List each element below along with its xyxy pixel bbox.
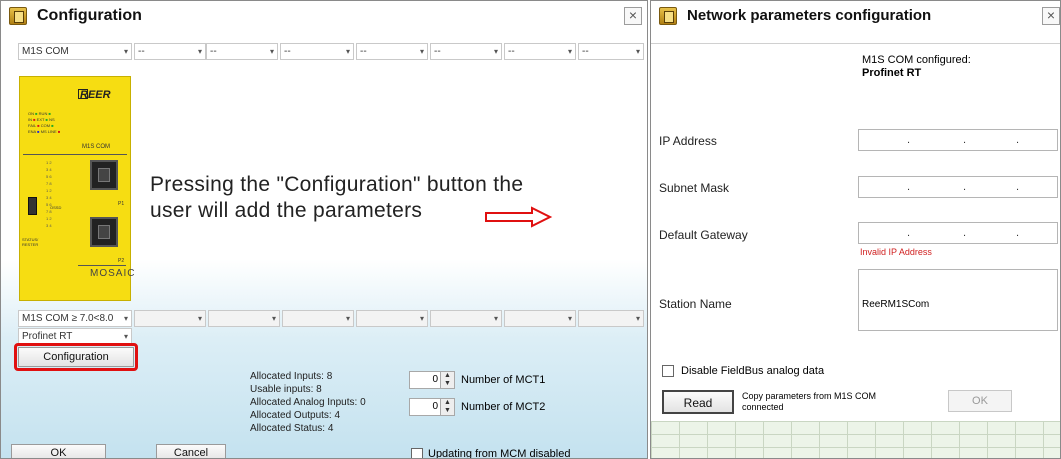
default-gateway-field[interactable]: ... (858, 222, 1058, 244)
chevron-down-icon: ▾ (567, 47, 572, 56)
version-select-8[interactable]: ▾ (578, 310, 644, 327)
mosaic-logo: MOSAIC (90, 268, 136, 279)
app-icon (659, 7, 677, 25)
chevron-down-icon: ▾ (345, 314, 350, 323)
module-select-3[interactable]: -- ▾ (206, 43, 278, 60)
allocated-analog-inputs: Allocated Analog Inputs: 0 (250, 397, 366, 408)
chevron-down-icon: ▾ (271, 314, 276, 323)
port-p1-label: P1 (118, 201, 125, 207)
mct1-stepper[interactable]: 0 ▲ ▼ (409, 371, 455, 389)
chevron-down-icon: ▾ (419, 314, 424, 323)
instruction-text: Pressing the "Configuration" button the … (150, 173, 524, 222)
station-name-value: ReeRM1SCom (862, 299, 930, 310)
copy-parameters-text: Copy parameters from M1S COM connected (742, 391, 877, 412)
default-gateway-label: Default Gateway (659, 228, 748, 242)
chevron-down-icon: ▾ (123, 332, 128, 341)
arrow-right-icon (485, 206, 553, 228)
title-bar: Configuration × (1, 1, 647, 31)
cancel-button[interactable]: Cancel (156, 444, 226, 458)
background-grid (651, 421, 1060, 458)
mct1-label: Number of MCT1 (461, 374, 546, 386)
version-select-5[interactable]: ▾ (356, 310, 428, 327)
ossd-label: OSSD (50, 205, 62, 210)
chevron-down-icon: ▾ (123, 314, 128, 323)
stepper-arrows-icon[interactable]: ▲ ▼ (440, 399, 454, 415)
stepper-arrows-icon[interactable]: ▲ ▼ (440, 372, 454, 388)
port-p2-label: P2 (118, 258, 125, 264)
subnet-mask-label: Subnet Mask (659, 181, 730, 195)
allocated-status: Allocated Status: 4 (250, 423, 334, 434)
led-panel: ON ■ RUN ■ IN ■ EXT ■ NS FAIL ■ COM ■ EN… (28, 111, 61, 134)
close-icon[interactable]: × (1042, 7, 1060, 25)
module-select-6[interactable]: -- ▾ (430, 43, 502, 60)
configuration-window: Configuration × M1S COM ▾ -- ▾ -- ▾ -- ▾ -- ▾… (0, 0, 648, 459)
module-select-8[interactable]: -- ▾ (578, 43, 644, 60)
window-title: Network parameters configuration (687, 7, 932, 24)
ip-address-label: IP Address (659, 134, 717, 148)
status-label: STATUS/ RESTER (22, 237, 39, 247)
version-select[interactable]: M1S COM ≥ 7.0<8.0 ▾ (18, 310, 132, 327)
configured-caption: M1S COM configured: (862, 54, 971, 66)
highlight-box (14, 343, 138, 371)
updating-label: Updating from MCM disabled (428, 448, 571, 459)
version-select-3[interactable]: ▾ (208, 310, 280, 327)
version-select-4[interactable]: ▾ (282, 310, 354, 327)
configured-protocol: Profinet RT (862, 67, 922, 79)
updating-checkbox[interactable] (411, 448, 423, 458)
version-select-2[interactable]: ▾ (134, 310, 206, 327)
module-select-5[interactable]: -- ▾ (356, 43, 428, 60)
module-select-1[interactable]: M1S COM ▾ (18, 43, 132, 60)
chevron-down-icon: ▾ (197, 47, 202, 56)
module-model-label: M1S COM (82, 144, 111, 150)
usable-inputs: Usable inputs: 8 (250, 384, 322, 395)
network-parameters-window: Network parameters configuration × M1S C… (650, 0, 1061, 459)
chevron-down-icon: ▾ (123, 47, 128, 56)
close-icon[interactable]: × (624, 7, 642, 25)
chevron-down-icon: ▾ (635, 314, 640, 323)
divider (78, 265, 126, 266)
disable-fieldbus-label: Disable FieldBus analog data (681, 365, 825, 377)
chevron-down-icon: ▾ (269, 47, 274, 56)
allocated-outputs: Allocated Outputs: 4 (250, 410, 341, 421)
chevron-down-icon: ▾ (567, 314, 572, 323)
chevron-down-icon: ▾ (419, 47, 424, 56)
invalid-ip-error: Invalid IP Address (860, 247, 932, 257)
module-select-2[interactable]: -- ▾ (134, 43, 206, 60)
ethernet-port-icon (90, 160, 118, 190)
chevron-down-icon: ▾ (345, 47, 350, 56)
chevron-down-icon: ▾ (493, 47, 498, 56)
station-name-label: Station Name (659, 297, 732, 311)
mct1-value: 0 (432, 374, 438, 385)
mct2-value: 0 (432, 401, 438, 412)
usb-port-icon (28, 197, 37, 215)
version-select-7[interactable]: ▾ (504, 310, 576, 327)
chevron-down-icon: ▾ (635, 47, 640, 56)
mct2-label: Number of MCT2 (461, 401, 546, 413)
ethernet-port-icon (90, 217, 118, 247)
chevron-down-icon: ▾ (493, 314, 498, 323)
version-select-6[interactable]: ▾ (430, 310, 502, 327)
mct2-stepper[interactable]: 0 ▲ ▼ (409, 398, 455, 416)
disable-fieldbus-checkbox[interactable] (662, 365, 674, 377)
terminal-labels: 1 23 45 67 81 23 45 67 81 23 4 (46, 160, 52, 228)
ok-button[interactable]: OK (948, 390, 1012, 412)
module-select-7[interactable]: -- ▾ (504, 43, 576, 60)
allocated-inputs: Allocated Inputs: 8 (250, 371, 333, 382)
read-button[interactable]: Read (662, 390, 734, 414)
m1s-com-module-image: REER ON ■ RUN ■ IN ■ EXT ■ NS FAIL ■ COM… (19, 76, 134, 301)
station-name-field[interactable]: ReeRM1SCom (858, 269, 1058, 331)
subnet-mask-field[interactable]: ... (858, 176, 1058, 198)
divider (23, 154, 127, 155)
chevron-down-icon: ▾ (197, 314, 202, 323)
window-title: Configuration (37, 7, 142, 24)
module-select-4[interactable]: -- ▾ (280, 43, 354, 60)
title-bar: Network parameters configuration × (651, 1, 1060, 31)
ip-address-field[interactable]: ... (858, 129, 1058, 151)
reer-logo-box (78, 89, 88, 99)
app-icon (9, 7, 27, 25)
ok-button[interactable]: OK (11, 444, 106, 458)
